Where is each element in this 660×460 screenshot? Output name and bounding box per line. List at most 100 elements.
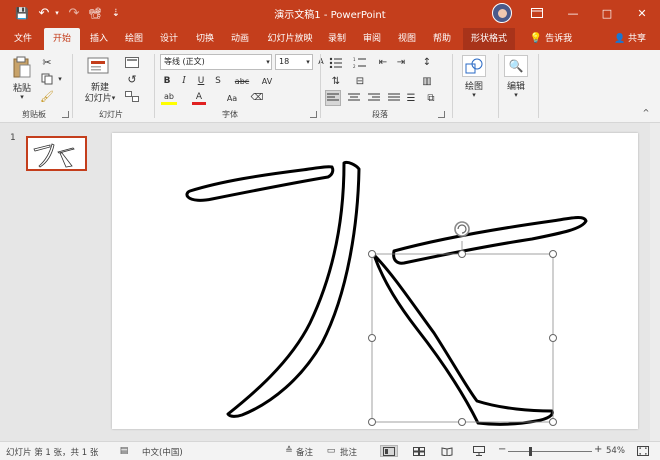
- cut-icon[interactable]: ✂: [40, 55, 54, 69]
- tell-me-search[interactable]: 💡 告诉我: [521, 28, 581, 50]
- user-avatar[interactable]: [492, 3, 512, 23]
- highlight-button[interactable]: ab: [161, 91, 177, 105]
- zoom-in-icon[interactable]: +: [594, 444, 602, 455]
- underline-button[interactable]: U: [195, 74, 207, 88]
- undo-dropdown-icon[interactable]: ▾: [52, 4, 62, 22]
- tab-insert[interactable]: 插入: [82, 28, 116, 50]
- font-name-dropdown-icon[interactable]: ▾: [264, 55, 272, 69]
- columns-icon[interactable]: ▥: [420, 74, 434, 88]
- justify-icon[interactable]: [386, 90, 402, 106]
- vertical-scrollbar[interactable]: [650, 123, 660, 441]
- smartart-icon[interactable]: ⧉: [424, 90, 438, 106]
- share-icon: 👤: [613, 34, 626, 44]
- font-size-dropdown-icon[interactable]: ▾: [304, 55, 312, 69]
- minimize-button[interactable]: —: [555, 0, 591, 26]
- reading-view-icon[interactable]: [440, 445, 454, 457]
- zoom-out-icon[interactable]: −: [498, 444, 506, 455]
- section-icon[interactable]: [124, 89, 140, 103]
- increase-indent-icon[interactable]: ⇥: [394, 55, 408, 69]
- zoom-slider[interactable]: [508, 451, 592, 452]
- tab-review[interactable]: 审阅: [355, 28, 389, 50]
- undo-icon[interactable]: ↶: [36, 4, 52, 22]
- distributed-icon[interactable]: ☰: [404, 90, 418, 106]
- share-button[interactable]: 👤 共享: [606, 28, 654, 50]
- search-icon[interactable]: 🔍: [504, 55, 528, 77]
- tab-draw[interactable]: 绘图: [118, 28, 150, 50]
- customize-toolbar-icon[interactable]: ⇣: [110, 4, 122, 22]
- font-size-grow-icon[interactable]: A: [316, 54, 326, 69]
- tab-file[interactable]: 文件: [6, 28, 40, 50]
- align-left-button[interactable]: [325, 90, 341, 106]
- slide-thumbnail[interactable]: [26, 136, 87, 171]
- ribbon-home: 粘贴 ▾ ✂ ▾ 🖌 剪贴板 新建 幻灯片 ▾ ↺ 幻灯片 等线 (正文) ▾ 1…: [0, 50, 660, 123]
- notes-button[interactable]: 备注: [296, 446, 313, 458]
- paragraph-launcher-icon[interactable]: [438, 111, 445, 118]
- tab-help[interactable]: 帮助: [425, 28, 459, 50]
- copy-icon[interactable]: [40, 72, 54, 86]
- tab-shape-format[interactable]: 形状格式: [463, 28, 515, 50]
- tab-home[interactable]: 开始: [44, 28, 80, 50]
- tab-slideshow[interactable]: 幻灯片放映: [260, 28, 320, 50]
- line-spacing-icon[interactable]: ↕: [420, 55, 434, 69]
- align-center-icon[interactable]: [346, 90, 362, 106]
- resize-handle-top-center: [458, 250, 466, 258]
- font-launcher-icon[interactable]: [310, 111, 317, 118]
- change-case-button[interactable]: Aa: [222, 91, 242, 105]
- present-from-start-icon[interactable]: 📽: [86, 4, 104, 22]
- font-color-button[interactable]: A: [192, 91, 206, 105]
- resize-handle-middle-right: [549, 334, 557, 342]
- character-spacing-button[interactable]: AV: [258, 74, 276, 88]
- text-direction-icon[interactable]: ⇅: [328, 74, 344, 88]
- normal-view-icon[interactable]: [380, 445, 398, 457]
- redo-icon[interactable]: ↷: [66, 4, 82, 22]
- tab-view[interactable]: 视图: [391, 28, 423, 50]
- font-name-select[interactable]: 等线 (正文): [160, 54, 272, 70]
- strikethrough-button[interactable]: abc: [232, 74, 252, 88]
- editing-dropdown-icon[interactable]: ▾: [512, 91, 520, 99]
- tab-transitions[interactable]: 切换: [188, 28, 222, 50]
- decrease-indent-icon[interactable]: ⇤: [376, 55, 390, 69]
- numbering-icon[interactable]: 12: [352, 55, 368, 69]
- layout-icon[interactable]: [124, 55, 140, 69]
- tab-animations[interactable]: 动画: [223, 28, 257, 50]
- copy-dropdown-icon[interactable]: ▾: [56, 74, 64, 84]
- shapes-icon[interactable]: [462, 55, 486, 77]
- drawing-button[interactable]: 绘图: [454, 79, 494, 92]
- zoom-slider-thumb[interactable]: [529, 447, 532, 456]
- drawing-dropdown-icon[interactable]: ▾: [470, 91, 478, 99]
- save-icon[interactable]: 💾: [12, 4, 32, 22]
- align-right-icon[interactable]: [366, 90, 382, 106]
- shadow-button[interactable]: S: [212, 74, 224, 88]
- fit-to-window-icon[interactable]: [636, 445, 650, 457]
- paste-icon[interactable]: [8, 54, 36, 80]
- bullets-icon[interactable]: [328, 55, 344, 69]
- tab-record[interactable]: 录制: [321, 28, 353, 50]
- format-painter-icon[interactable]: 🖌: [40, 89, 54, 103]
- close-button[interactable]: ✕: [624, 0, 660, 26]
- zoom-level[interactable]: 54%: [606, 446, 625, 456]
- editing-button[interactable]: 编辑: [498, 79, 534, 92]
- paste-dropdown-icon[interactable]: ▾: [18, 93, 26, 101]
- new-slide-label-2: 幻灯片: [84, 94, 112, 104]
- bold-button[interactable]: B: [161, 74, 173, 88]
- align-text-icon[interactable]: ⊟: [352, 74, 368, 88]
- comments-button[interactable]: 批注: [340, 446, 357, 458]
- accessibility-icon[interactable]: ▤: [117, 445, 131, 457]
- slideshow-view-icon[interactable]: [472, 445, 486, 457]
- clipboard-launcher-icon[interactable]: [62, 111, 69, 118]
- comments-icon[interactable]: ▭: [324, 445, 338, 457]
- tab-design[interactable]: 设计: [152, 28, 186, 50]
- paste-button[interactable]: 粘贴: [10, 81, 34, 94]
- slide-sorter-view-icon[interactable]: [412, 445, 426, 457]
- slide-canvas[interactable]: [112, 133, 638, 429]
- reset-slide-icon[interactable]: ↺: [124, 72, 140, 86]
- maximize-button[interactable]: □: [589, 0, 625, 26]
- ribbon-display-options-icon[interactable]: [519, 0, 555, 26]
- italic-button[interactable]: I: [178, 74, 190, 88]
- new-slide-icon[interactable]: [86, 55, 112, 79]
- collapse-ribbon-icon[interactable]: ^: [640, 106, 652, 118]
- new-slide-button[interactable]: 幻灯片 ▾: [80, 92, 120, 105]
- notes-icon[interactable]: ≙: [282, 445, 296, 457]
- clear-formatting-icon[interactable]: ⌫: [250, 91, 264, 105]
- language-status[interactable]: 中文(中国): [142, 446, 183, 458]
